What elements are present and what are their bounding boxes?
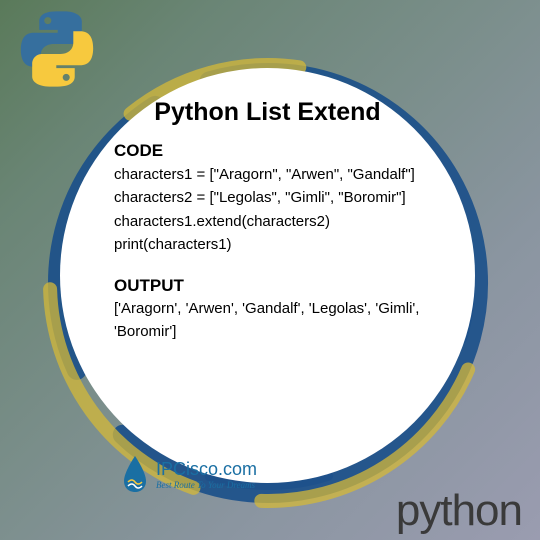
page-title: Python List Extend bbox=[88, 98, 447, 127]
ipcisco-text: IPCisco.com Best Route To Your Dreams bbox=[156, 459, 257, 490]
code-label: CODE bbox=[114, 141, 447, 161]
ipcisco-tagline: Best Route To Your Dreams bbox=[156, 480, 257, 490]
output-block: ['Aragorn', 'Arwen', 'Gandalf', 'Legolas… bbox=[114, 298, 447, 343]
python-wordmark: python bbox=[396, 486, 522, 536]
water-drop-icon bbox=[120, 454, 150, 494]
content-circle: Python List Extend CODE characters1 = ["… bbox=[60, 68, 475, 483]
ipcisco-brand: IPCisco.com Best Route To Your Dreams bbox=[120, 454, 257, 494]
code-block: characters1 = ["Aragorn", "Arwen", "Gand… bbox=[114, 163, 447, 256]
python-logo-icon bbox=[18, 10, 96, 88]
ipcisco-name: IPCisco.com bbox=[156, 459, 257, 480]
output-label: OUTPUT bbox=[114, 276, 447, 296]
